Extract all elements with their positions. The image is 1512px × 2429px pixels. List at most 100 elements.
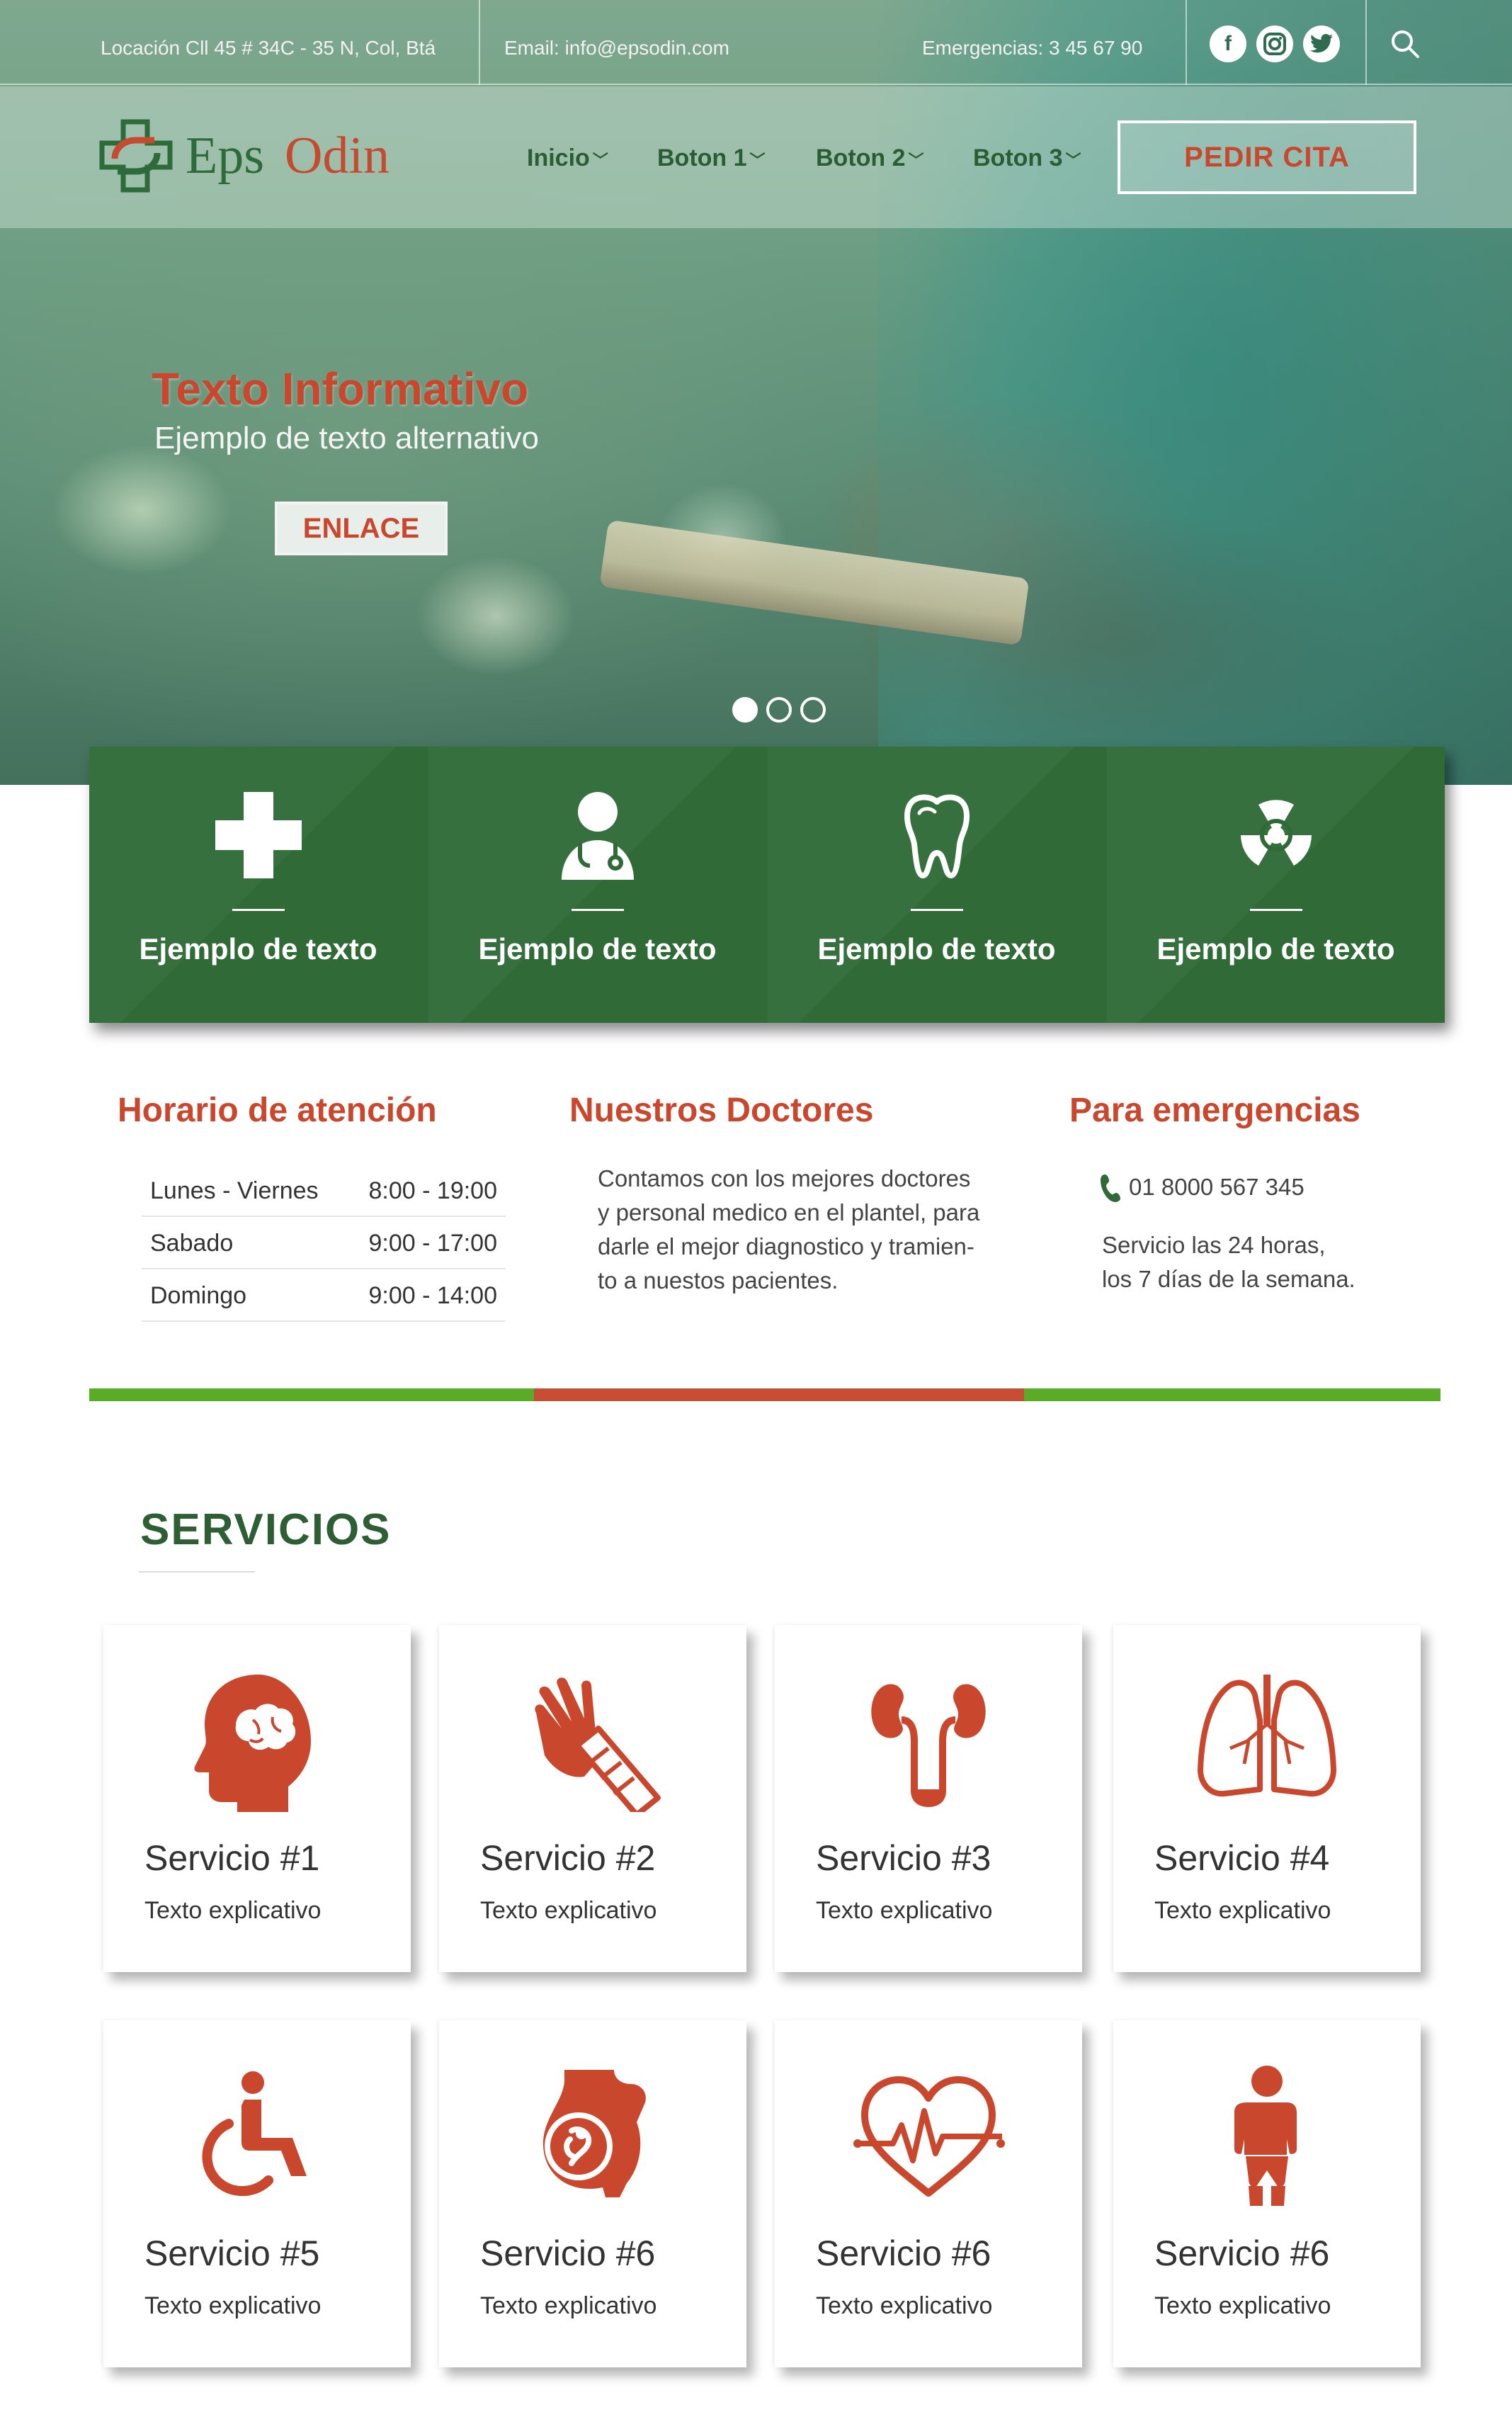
nav-item-boton-2[interactable]: Boton 2 ﹀ (816, 145, 924, 172)
service-card[interactable]: Servicio #2 Texto explicativo (439, 1625, 746, 1972)
medical-cross-icon (212, 789, 305, 881)
location-text: Locación Cll 45 # 34C - 35 N, Col, Btá (101, 37, 436, 59)
service-text: Texto explicativo (1154, 2292, 1331, 2319)
divider-segment (1024, 1388, 1440, 1401)
chevron-down-icon: ﹀ (592, 152, 608, 170)
service-text: Texto explicativo (144, 1897, 322, 1924)
nav-item-label: Inicio (527, 145, 590, 171)
nav-item-inicio[interactable]: Inicio ﹀ (527, 145, 608, 172)
schedule-title: Horario de atención (118, 1092, 437, 1129)
schedule-day: Sabado (150, 1230, 234, 1257)
slider-dot[interactable] (800, 697, 826, 723)
service-title: Servicio #3 (816, 1838, 991, 1878)
doctors-line: y personal medico en el plantel, para (598, 1199, 980, 1225)
service-title: Servicio #1 (144, 1838, 320, 1878)
feature-item[interactable]: Ejemplo de texto (768, 747, 1107, 1023)
tooth-icon (891, 789, 983, 881)
chevron-down-icon: ﹀ (749, 152, 766, 170)
doctors-line: to a nuestos pacientes. (598, 1267, 839, 1293)
service-title: Servicio #6 (816, 2233, 991, 2273)
schedule-row: Domingo 9:00 - 14:00 (142, 1269, 506, 1322)
nav-item-boton-1[interactable]: Boton 1 ﹀ (657, 145, 766, 172)
service-card[interactable]: Servicio #6 Texto explicativo (439, 2020, 746, 2367)
pregnancy-icon (515, 2066, 671, 2207)
nav-item-label: Boton 3 (973, 145, 1063, 171)
doctors-line: darle el mejor diagnostico y tramien- (598, 1233, 974, 1259)
emergency-description: Servicio las 24 horas, los 7 días de la … (1102, 1228, 1355, 1296)
twitter-icon[interactable] (1303, 26, 1340, 62)
schedule-time: 8:00 - 19:00 (368, 1177, 497, 1204)
service-card[interactable]: Servicio #4 Texto explicativo (1113, 1625, 1421, 1972)
slider-dot-active[interactable] (732, 697, 758, 723)
feature-item[interactable]: Ejemplo de texto (1107, 747, 1445, 1023)
chevron-down-icon: ﹀ (1065, 152, 1081, 170)
feature-item[interactable]: Ejemplo de texto (89, 747, 428, 1023)
service-card[interactable]: Servicio #1 Texto explicativo (103, 1625, 411, 1972)
doctors-description: Contamos con los mejores doctores y pers… (598, 1162, 979, 1298)
heartbeat-icon (851, 2066, 1006, 2207)
logo-icon[interactable] (99, 119, 173, 193)
email-text[interactable]: Email: info@epsodin.com (504, 37, 729, 60)
emergency-line: los 7 días de la semana. (1102, 1266, 1355, 1292)
service-text: Texto explicativo (144, 2292, 322, 2319)
doctor-icon (552, 789, 644, 881)
service-title: Servicio #2 (480, 1838, 656, 1878)
schedule-time: 9:00 - 14:00 (368, 1282, 497, 1309)
service-title: Servicio #6 (1154, 2233, 1330, 2273)
facebook-icon[interactable]: f (1210, 26, 1246, 62)
feature-label: Ejemplo de texto (478, 932, 717, 966)
service-card[interactable]: Servicio #5 Texto explicativo (103, 2020, 411, 2367)
emergency-text: Emergencias: 3 45 67 90 (922, 37, 1143, 59)
nav-item-label: Boton 1 (657, 145, 747, 171)
feature-divider (910, 909, 963, 911)
topbar-divider (1186, 0, 1187, 85)
topbar-divider (1365, 0, 1367, 85)
logo-text-eps[interactable]: Eps (186, 126, 264, 186)
feature-divider (1249, 909, 1302, 911)
search-icon[interactable] (1389, 28, 1421, 60)
hero-link-button[interactable]: ENLACE (275, 502, 448, 555)
service-card[interactable]: Servicio #6 Texto explicativo (1113, 2020, 1421, 2367)
nav-item-boton-3[interactable]: Boton 3 ﹀ (973, 145, 1081, 172)
nav-item-label: Boton 2 (816, 145, 906, 171)
instagram-icon[interactable] (1256, 26, 1293, 62)
doctors-title: Nuestros Doctores (569, 1092, 874, 1129)
bandaged-hand-icon (515, 1670, 671, 1818)
service-text: Texto explicativo (480, 2292, 657, 2319)
brain-head-icon (179, 1670, 335, 1816)
feature-divider (232, 909, 285, 911)
feature-item[interactable]: Ejemplo de texto (428, 747, 768, 1023)
service-text: Texto explicativo (480, 1897, 657, 1924)
divider-segment (89, 1388, 534, 1401)
service-text: Texto explicativo (1154, 1897, 1331, 1924)
pedir-cita-button[interactable]: PEDIR CITA (1118, 120, 1416, 194)
service-card[interactable]: Servicio #6 Texto explicativo (775, 2020, 1082, 2367)
services-underline (139, 1571, 255, 1573)
service-title: Servicio #6 (480, 2233, 656, 2273)
schedule-day: Domingo (150, 1282, 247, 1309)
feature-divider (571, 909, 624, 911)
phone-icon (1099, 1173, 1122, 1203)
emergencies-title: Para emergencias (1069, 1092, 1360, 1129)
feature-label: Ejemplo de texto (1156, 932, 1395, 966)
chevron-down-icon: ﹀ (908, 152, 924, 170)
schedule-row: Lunes - Viernes 8:00 - 19:00 (142, 1165, 506, 1217)
service-card[interactable]: Servicio #3 Texto explicativo (775, 1625, 1082, 1972)
service-text: Texto explicativo (816, 2292, 993, 2319)
slider-dot[interactable] (766, 697, 792, 723)
logo-text-odin[interactable]: Odin (285, 126, 390, 186)
divider-segment (534, 1388, 1024, 1401)
emergency-phone[interactable]: 01 8000 567 345 (1129, 1170, 1304, 1204)
hero-subtitle: Ejemplo de texto alternativo (154, 421, 539, 455)
feature-strip: Ejemplo de texto Ejemplo de texto Ejempl… (89, 747, 1445, 1023)
hero-title: Texto Informativo (152, 363, 529, 414)
section-divider (89, 1388, 1440, 1401)
doctors-line: Contamos con los mejores doctores (598, 1165, 971, 1191)
topbar-divider (479, 0, 480, 85)
lungs-icon (1189, 1670, 1345, 1812)
schedule-row: Sabado 9:00 - 17:00 (142, 1217, 506, 1269)
emergency-line: Servicio las 24 horas, (1102, 1232, 1326, 1258)
wheelchair-icon (179, 2066, 335, 2207)
schedule-day: Lunes - Viernes (150, 1177, 319, 1204)
radiation-icon (1230, 789, 1322, 881)
